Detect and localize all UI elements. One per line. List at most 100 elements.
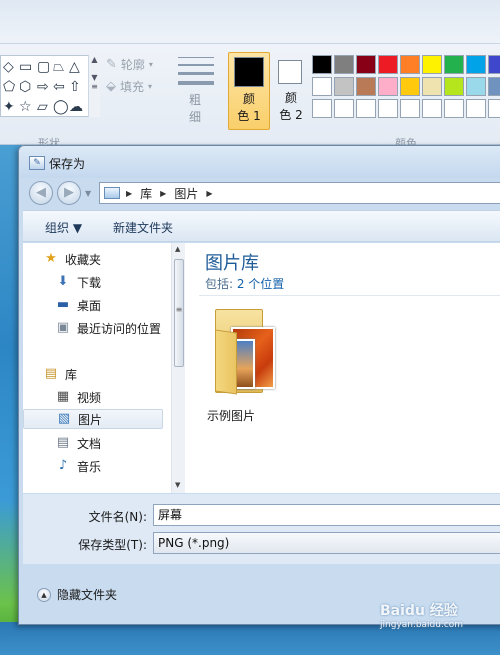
palette-swatch[interactable] [466,99,486,118]
dialog-titlebar[interactable]: ✎ 保存为 [19,146,500,178]
address-bar[interactable]: ▶ 库 ▶ 图片 ▶ [99,182,500,204]
nav-item-downloads[interactable]: ⬇ 下载 [55,272,101,292]
palette-swatch[interactable] [444,99,464,118]
palette-swatch[interactable] [466,77,486,96]
thickness-icon[interactable] [178,57,214,91]
palette-swatch[interactable] [400,55,420,74]
nav-item-favorites[interactable]: ★ 收藏夹 [43,249,101,269]
organize-button[interactable]: 组织 ▼ [45,219,82,236]
filetype-select[interactable]: PNG (*.png) [153,532,500,554]
nav-item-libraries[interactable]: ▤ 库 [43,364,77,384]
palette-swatch[interactable] [488,77,500,96]
recent-places-icon: ▣ [56,320,70,335]
shape-pentagon-icon[interactable]: ⬠ [3,80,15,94]
documents-library-icon: ▤ [56,435,70,450]
hide-folders-toggle[interactable]: ▲ 隐藏文件夹 [37,586,117,603]
shape-star4-icon[interactable]: ✦ [3,100,15,114]
nav-label: 下载 [77,275,102,290]
new-folder-button[interactable]: 新建文件夹 [113,219,173,236]
shape-polygon-icon[interactable]: ⏢ [53,60,64,74]
nav-item-desktop[interactable]: ▬ 桌面 [55,295,101,315]
shape-rectangle-icon[interactable]: ▭ [19,60,32,74]
filename-input[interactable]: 屏幕 [153,504,500,526]
save-as-dialog: ✎ 保存为 ◀ ▶ ▼ ▶ 库 ▶ 图片 ▶ 组织 ▼ 新建文件夹 ★ 收藏夹 … [18,145,500,625]
star-icon: ★ [45,251,57,266]
palette-swatch[interactable] [422,99,442,118]
hide-folders-label: 隐藏文件夹 [57,588,118,602]
palette-swatch[interactable] [444,77,464,96]
shape-curve-icon[interactable]: ◇ [3,60,14,74]
dialog-toolbar: 组织 ▼ 新建文件夹 [23,210,500,242]
nav-label: 音乐 [77,459,102,474]
library-locations-link[interactable]: 2 个位置 [237,277,284,291]
shape-triangle-icon[interactable]: △ [69,60,80,74]
breadcrumb-pictures[interactable]: 图片 [174,185,198,202]
color1-button[interactable]: 颜 色 1 [228,52,270,130]
sample-pictures-folder-icon[interactable] [211,303,277,399]
shape-arrow-right-icon[interactable]: ⇨ [37,80,49,94]
palette-swatch[interactable] [488,55,500,74]
shape-callout-rect-icon[interactable]: ▱ [37,100,48,114]
shape-star5-icon[interactable]: ☆ [19,100,32,114]
palette-swatch[interactable] [312,77,332,96]
shape-arrow-left-icon[interactable]: ⇦ [53,80,65,94]
palette-swatch[interactable] [378,77,398,96]
pictures-library-icon [104,187,120,199]
nav-item-recent[interactable]: ▣ 最近访问的位置 [55,318,161,338]
library-divider [199,295,500,296]
palette-swatch[interactable] [356,55,376,74]
scroll-thumb[interactable]: ≡ [174,259,184,367]
scroll-down-arrow-icon[interactable]: ▼ [175,481,180,489]
fill-button[interactable]: ⬙ 填充 ▾ [106,78,152,95]
palette-swatch[interactable] [334,77,354,96]
nav-item-videos[interactable]: ▦ 视频 [55,387,101,407]
breadcrumb-separator-icon[interactable]: ▶ [206,189,212,198]
back-button[interactable]: ◀ [29,181,53,205]
pictures-library-icon: ▧ [57,411,71,426]
palette-swatch[interactable] [378,55,398,74]
breadcrumb-libraries[interactable]: 库 [140,185,152,202]
nav-label: 视频 [77,390,102,405]
palette-swatch[interactable] [400,77,420,96]
shape-rounded-rect-icon[interactable]: ▢ [37,60,50,74]
video-library-icon: ▦ [56,389,70,404]
shapes-scroll-icon[interactable]: ▲ ▼ ≡ [88,55,100,117]
palette-swatch[interactable] [334,55,354,74]
nav-label: 图片 [78,412,103,427]
palette-swatch[interactable] [488,99,500,118]
palette-swatch[interactable] [422,77,442,96]
forward-button[interactable]: ▶ [57,181,81,205]
recent-pages-dropdown-icon[interactable]: ▼ [85,189,91,198]
palette-swatch[interactable] [312,55,332,74]
palette-swatch[interactable] [422,55,442,74]
nav-item-documents[interactable]: ▤ 文档 [55,433,101,453]
shape-arrow-up-icon[interactable]: ⇧ [69,80,81,94]
color1-swatch [234,57,264,87]
palette-swatch[interactable] [356,99,376,118]
palette-swatch[interactable] [400,99,420,118]
scroll-up-arrow-icon[interactable]: ▲ [175,245,180,253]
nav-item-music[interactable]: ♪ 音乐 [55,456,101,476]
palette-swatch[interactable] [444,55,464,74]
breadcrumb-separator-icon[interactable]: ▶ [160,189,166,198]
color2-button[interactable]: 颜 色 2 [272,52,310,130]
shape-callout-cloud-icon[interactable]: ☁ [69,100,83,114]
palette-swatch[interactable] [334,99,354,118]
library-includes-prefix: 包括: [205,277,237,291]
nav-label: 桌面 [77,298,102,313]
palette-swatch[interactable] [312,99,332,118]
thickness-label[interactable]: 粗 细 [182,92,208,126]
shape-callout-oval-icon[interactable]: ◯ [53,100,69,114]
nav-item-pictures[interactable]: ▧ 图片 [23,409,163,429]
shapes-gallery[interactable]: ◇ ▭ ▢ ⏢ △ ⬠ ⬡ ⇨ ⇦ ⇧ ✦ ☆ ▱ ◯ ☁ [0,55,100,117]
palette-swatch[interactable] [466,55,486,74]
breadcrumb-separator-icon[interactable]: ▶ [126,189,132,198]
save-fields: 文件名(N): 屏幕 保存类型(T): PNG (*.png) [23,494,500,564]
palette-swatch[interactable] [356,77,376,96]
shape-hexagon-icon[interactable]: ⬡ [19,80,31,94]
sample-pictures-folder-label[interactable]: 示例图片 [207,407,255,424]
palette-swatch[interactable] [378,99,398,118]
nav-pane-scrollbar[interactable]: ▲ ≡ ▼ [171,243,185,493]
brush-icon: ✎ [106,57,117,72]
outline-button[interactable]: ✎ 轮廓 ▾ [106,56,153,73]
